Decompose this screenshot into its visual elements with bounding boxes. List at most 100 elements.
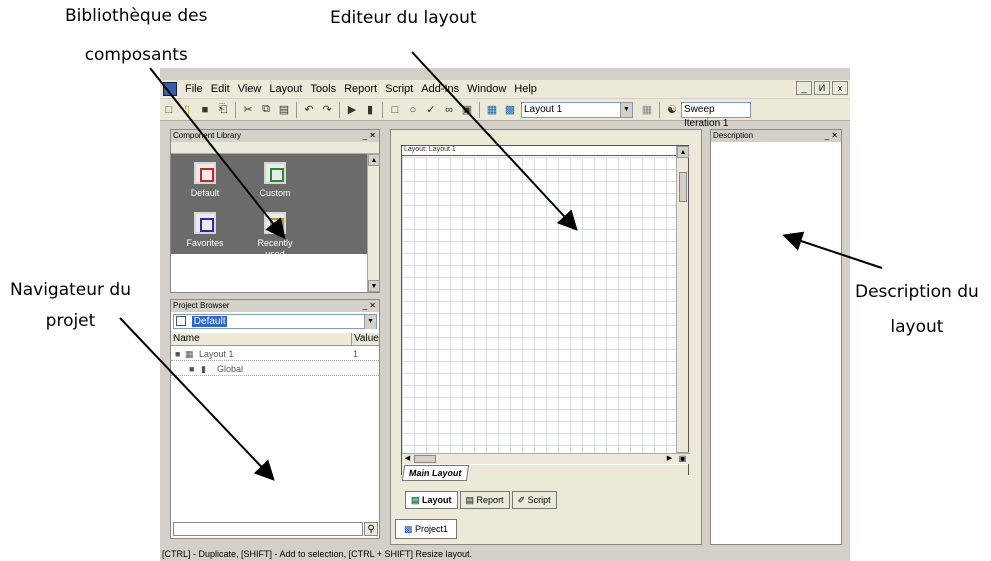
toolbar-separator — [479, 101, 480, 118]
cut-icon[interactable]: ✂ — [240, 102, 256, 118]
layout-grid[interactable] — [402, 157, 676, 453]
panel-close-icon[interactable]: _ ✕ — [825, 130, 838, 142]
app-icon[interactable] — [163, 82, 177, 96]
annotation-library-line-2: composants — [84, 45, 188, 65]
folder-yellow-icon — [264, 212, 286, 234]
annotation-navigator-line-2: projet — [45, 311, 96, 331]
new-file-icon[interactable]: □ — [161, 102, 177, 118]
menu-layout[interactable]: Layout — [265, 83, 306, 95]
folder-blue-icon — [194, 212, 216, 234]
circle-icon[interactable]: ○ — [405, 102, 421, 118]
view-tabs: ▤ Layout ▤ Report ✐ Script — [405, 491, 559, 509]
scroll-down-icon[interactable]: ▼ — [368, 280, 380, 292]
scroll-up-icon[interactable]: ▲ — [677, 146, 689, 158]
line-icon[interactable]: ✓ — [423, 102, 439, 118]
table-row[interactable]: ■ ▦ Layout 1 1 — [171, 347, 379, 361]
tab-layout-label: Layout — [422, 495, 452, 505]
project-browser-select[interactable]: Default ▼ — [173, 314, 377, 329]
scroll-up-icon[interactable]: ▲ — [368, 154, 380, 166]
folder-green-icon — [264, 162, 286, 184]
column-value[interactable]: Value — [351, 333, 379, 345]
chevron-down-icon[interactable]: ▼ — [364, 315, 376, 329]
restore-button[interactable]: И — [814, 81, 830, 95]
stop-icon[interactable]: ▮ — [362, 102, 378, 118]
tab-project1-label: Project1 — [415, 524, 449, 534]
undo-icon[interactable]: ↶ — [301, 102, 317, 118]
connector-icon[interactable]: ∞ — [441, 102, 457, 118]
tab-script-label: Script — [527, 495, 551, 505]
menu-report[interactable]: Report — [340, 83, 381, 95]
table-row[interactable]: ■ ▮ Global — [171, 362, 379, 376]
window-controls: _ И x — [796, 81, 848, 95]
layout-editor-panel: Layout: Layout 1 ▲ ▼ ◀ ▶ ▣ Main Layout ▤… — [390, 129, 702, 545]
save-icon[interactable]: ■ — [197, 102, 213, 118]
library-item-default[interactable]: Default — [177, 162, 233, 199]
panel-close-icon[interactable]: _ ✕ — [363, 130, 376, 142]
report-icon: ▤ — [465, 495, 477, 505]
layout-combo-value: Layout 1 — [524, 103, 563, 115]
hscroll-thumb[interactable] — [414, 455, 436, 463]
print-icon[interactable]: ⎗ — [215, 102, 231, 118]
editor-vscrollbar[interactable]: ▲ ▼ — [676, 146, 689, 464]
layout-combo[interactable]: Layout 1 ▼ — [521, 101, 633, 118]
library-item-recently-used[interactable]: Recently used — [247, 212, 303, 260]
sweep-icon[interactable]: ☯ — [664, 102, 680, 118]
menu-view[interactable]: View — [234, 83, 266, 95]
library-scrollbar[interactable]: ▲ ▼ — [367, 154, 380, 292]
copy-icon[interactable]: ⧉ — [258, 102, 274, 118]
scroll-thumb[interactable] — [679, 172, 687, 202]
tab-main-layout[interactable]: Main Layout — [401, 465, 469, 481]
column-name[interactable]: Name — [173, 333, 200, 345]
paste-icon[interactable]: ▤ — [276, 102, 292, 118]
main-toolbar: □ ▯ ■ ⎗ ✂ ⧉ ▤ ↶ ↷ ▶ ▮ □ ○ ✓ ∞ ▣ ▦ ▩ Layo… — [160, 99, 850, 129]
open-folder-icon[interactable]: ▯ — [179, 102, 195, 118]
panel-close-icon[interactable]: _ ✕ — [363, 300, 376, 312]
sweep-combo-value: Sweep Iteration 1 — [684, 103, 729, 129]
layout-icon[interactable]: ▦ — [484, 102, 500, 118]
expand-icon[interactable]: ■ — [175, 347, 180, 361]
menu-addins[interactable]: Add-Ins — [417, 83, 463, 95]
library-item-label: Favorites — [186, 238, 224, 248]
tab-script[interactable]: ✐ Script — [511, 491, 557, 509]
search-icon[interactable]: ⚲ — [364, 522, 378, 536]
minimize-button[interactable]: _ — [796, 81, 812, 95]
project-browser-search[interactable] — [173, 522, 363, 536]
toolbar-separator — [382, 101, 383, 118]
annotation-library: Bibliothèque des composants — [65, 6, 207, 66]
library-item-custom[interactable]: Custom — [247, 162, 303, 199]
menu-edit[interactable]: Edit — [207, 83, 234, 95]
tab-project1[interactable]: ▩ Project1 — [395, 519, 458, 539]
image-icon[interactable]: ▣ — [459, 102, 475, 118]
sweep-combo[interactable]: Sweep Iteration 1 — [681, 101, 751, 129]
rectangle-icon[interactable]: □ — [387, 102, 403, 118]
editor-hscrollbar[interactable]: ◀ ▶ ▣ — [402, 453, 690, 464]
layout-select-icon[interactable]: ▩ — [502, 102, 518, 118]
tab-report-label: Report — [476, 495, 504, 505]
annotation-description-line-1: Description du — [855, 282, 979, 302]
menu-help[interactable]: Help — [510, 83, 541, 95]
scroll-left-icon[interactable]: ◀ — [402, 454, 413, 464]
status-bar: [CTRL] - Duplicate, [SHIFT] - Add to sel… — [160, 548, 850, 561]
tab-layout[interactable]: ▤ Layout — [405, 491, 458, 509]
menu-file[interactable]: File — [181, 83, 207, 95]
library-item-favorites[interactable]: Favorites — [177, 212, 233, 249]
zoom-icon[interactable]: ▣ — [677, 454, 688, 464]
layout-icon: ▦ — [185, 349, 194, 359]
tab-report[interactable]: ▤ Report — [459, 491, 510, 509]
close-button[interactable]: x — [832, 81, 848, 95]
menu-tools[interactable]: Tools — [306, 83, 340, 95]
library-path-bar — [171, 142, 379, 154]
toolbar-separator — [339, 101, 340, 118]
menu-script[interactable]: Script — [381, 83, 417, 95]
expand-icon[interactable]: ■ — [189, 362, 194, 376]
menu-window[interactable]: Window — [463, 83, 510, 95]
layout-tab-icon: ▤ — [411, 495, 423, 505]
scroll-right-icon[interactable]: ▶ — [664, 454, 675, 464]
chevron-down-icon[interactable]: ▼ — [620, 102, 632, 117]
library-item-label: Custom — [259, 188, 291, 198]
component-library-title-text: Component Library — [173, 131, 242, 140]
grid-icon[interactable]: ▦ — [639, 102, 655, 118]
redo-icon[interactable]: ↷ — [319, 102, 335, 118]
run-icon[interactable]: ▶ — [344, 102, 360, 118]
toolbar-separator — [296, 101, 297, 118]
